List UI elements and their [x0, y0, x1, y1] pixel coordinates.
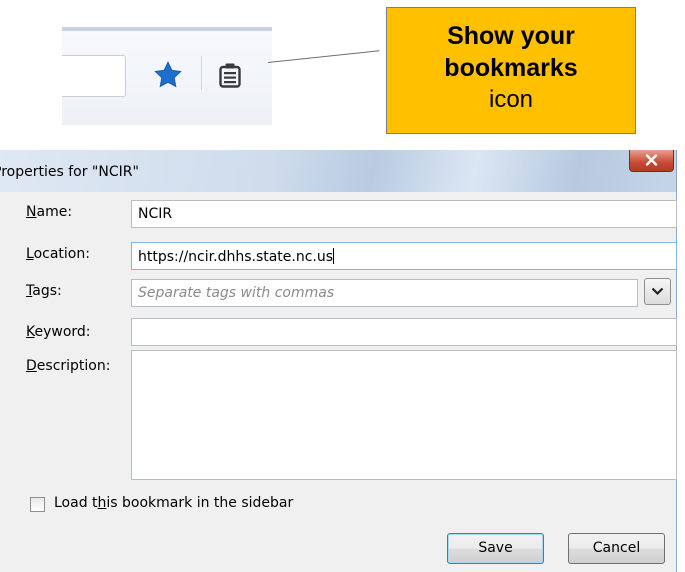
- callout-line-2: bookmarks: [444, 54, 578, 82]
- toolbar-separator: [201, 56, 202, 90]
- bookmark-properties-dialog: Properties for "NCIR" Name: NCIR Locatio…: [0, 150, 677, 572]
- tags-dropdown-button[interactable]: [644, 278, 671, 305]
- text-caret: [333, 248, 335, 264]
- location-label: Location:: [26, 246, 90, 262]
- callout-line-1: Show your: [447, 22, 575, 50]
- keyword-field[interactable]: [131, 318, 677, 346]
- star-icon[interactable]: [153, 60, 183, 90]
- name-label: Name:: [26, 204, 73, 220]
- tags-field[interactable]: Separate tags with commas: [131, 279, 638, 307]
- dialog-title: Properties for "NCIR": [0, 164, 139, 180]
- show-bookmarks-icon[interactable]: [219, 62, 241, 88]
- load-in-sidebar-checkbox[interactable]: [30, 497, 45, 512]
- description-textarea[interactable]: [131, 350, 677, 480]
- location-field[interactable]: https://ncir.dhhs.state.nc.us: [131, 242, 677, 270]
- close-button[interactable]: [629, 150, 674, 172]
- chevron-down-icon: [651, 287, 664, 296]
- callout-pointer-line: [268, 50, 380, 63]
- tags-label: Tags:: [26, 283, 62, 299]
- keyword-label: Keyword:: [26, 324, 91, 340]
- description-label: Description:: [26, 358, 111, 374]
- callout-box: Show your bookmarks icon: [386, 7, 636, 134]
- location-value: https://ncir.dhhs.state.nc.us: [138, 249, 334, 265]
- load-in-sidebar-label: Load this bookmark in the sidebar: [54, 495, 294, 511]
- save-button[interactable]: Save: [447, 533, 544, 564]
- cancel-button[interactable]: Cancel: [568, 533, 665, 564]
- callout-line-3: icon: [488, 86, 534, 113]
- url-bar-end[interactable]: [62, 55, 126, 97]
- close-icon: [645, 154, 658, 166]
- dialog-titlebar: Properties for "NCIR": [0, 150, 676, 192]
- name-field[interactable]: NCIR: [131, 200, 677, 228]
